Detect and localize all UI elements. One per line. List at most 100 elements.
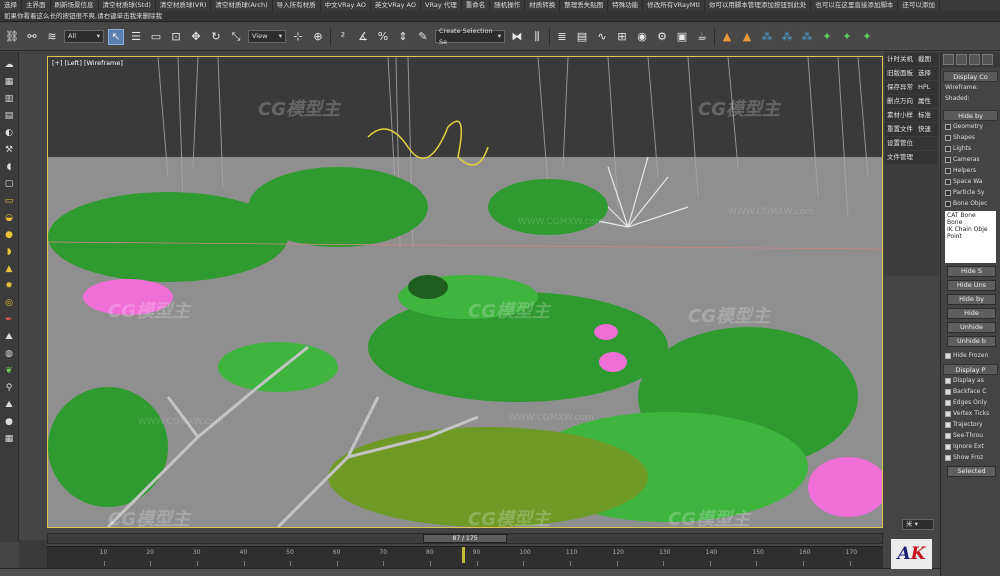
hide-button[interactable]: Hide Uns (947, 280, 996, 291)
hierarchy-icon[interactable]: ▥ (3, 92, 16, 105)
select-object-icon[interactable]: ↖ (108, 28, 124, 45)
script-menu-item[interactable]: 整理丢失贴图 (560, 0, 609, 11)
list-item[interactable]: Point (947, 233, 994, 240)
category-checkbox[interactable]: Shapes (941, 132, 1000, 143)
display-property-checkbox[interactable]: Show Froz (941, 452, 1000, 463)
ball-icon[interactable]: ● (3, 415, 16, 428)
script-menu-item[interactable]: 清空材质球(VR) (156, 0, 212, 11)
time-slider-thumb[interactable]: 87 / 175 (423, 534, 507, 543)
track-bar[interactable]: 10 20 30 40 50 60 70 80 90 100 110 120 130 140 150 160 1… (47, 546, 883, 568)
category-checkbox[interactable]: Helpers (941, 165, 1000, 176)
command-button[interactable]: 截图 (916, 53, 938, 66)
window-crossing-icon[interactable]: ⊡ (168, 29, 184, 45)
rect-icon[interactable]: ▭ (3, 194, 16, 207)
tree-icon[interactable]: ▲ (739, 29, 755, 45)
script-menu-item[interactable]: 随机操作 (490, 0, 526, 11)
time-slider[interactable]: 87 / 175 (47, 533, 883, 544)
object-type-list[interactable]: CAT Bone Bone IK Chain Obje Point (945, 211, 996, 263)
playhead[interactable] (461, 547, 465, 563)
command-button[interactable]: 选择 (916, 67, 938, 80)
rotate-icon[interactable]: ↻ (208, 29, 224, 45)
hide-button[interactable]: Unhide b (947, 336, 996, 347)
display-icon[interactable]: ◐ (3, 126, 16, 139)
edit-named-sets-icon[interactable]: ✎ (415, 29, 431, 45)
viewport-label[interactable]: [+] [Left] [Wireframe] (52, 59, 123, 67)
script-menu-item[interactable]: 清空材质球(Arch) (211, 0, 273, 11)
list-item[interactable]: Bone (947, 219, 994, 226)
plant-icon[interactable]: ✦ (819, 29, 835, 45)
plant-icon[interactable]: ✦ (859, 29, 875, 45)
display-color-rollout[interactable]: Display Co (943, 71, 998, 82)
script-menu-item[interactable]: 导入所有材质 (273, 0, 321, 11)
material-editor-icon[interactable]: ◉ (634, 29, 650, 45)
hide-button[interactable]: Hide by (947, 294, 996, 305)
named-selection-set-input[interactable]: Create Selection Se ▾ (435, 27, 505, 46)
selection-filter-dropdown[interactable]: All ▾ (64, 30, 104, 43)
category-checkbox[interactable]: Cameras (941, 154, 1000, 165)
tab-hierarchy[interactable] (969, 54, 980, 65)
spinner-snap-icon[interactable]: ⇕ (395, 29, 411, 45)
motion-icon[interactable]: ▤ (3, 109, 16, 122)
bind-spacewarp-icon[interactable]: ≋ (44, 29, 60, 45)
category-checkbox[interactable]: Bone Objec (941, 198, 1000, 209)
cone-icon[interactable]: ▲ (3, 262, 16, 275)
plug-icon[interactable]: ⚲ (3, 381, 16, 394)
command-button[interactable]: 快速 (916, 123, 938, 136)
globe-icon[interactable]: ◍ (3, 347, 16, 360)
tab-modify[interactable] (956, 54, 967, 65)
display-properties-rollout[interactable]: Display P (943, 364, 998, 375)
display-property-checkbox[interactable]: Edges Only (941, 397, 1000, 408)
script-menu-item[interactable]: 特殊功能 (608, 0, 644, 11)
rect-selection-icon[interactable]: ▭ (148, 29, 164, 45)
category-checkbox[interactable]: Particle Sy (941, 187, 1000, 198)
create-icon[interactable]: ☁ (3, 58, 16, 71)
select-manipulate-icon[interactable]: ⊕ (310, 29, 326, 45)
hide-button[interactable]: Hide (947, 308, 996, 319)
align-icon[interactable]: ⫼ (529, 29, 545, 45)
terrain-icon[interactable]: ⛰ (3, 398, 16, 411)
script-menu-item[interactable]: 选择 (0, 0, 22, 11)
sun-icon[interactable]: ✹ (3, 279, 16, 292)
display-property-checkbox[interactable]: See-Throu (941, 430, 1000, 441)
graphite-ribbon-icon[interactable]: ▤ (574, 29, 590, 45)
script-menu-item[interactable]: VRay 代理 (421, 0, 462, 11)
command-button[interactable]: 属性 (916, 95, 938, 108)
hide-by-category-rollout[interactable]: Hide by (943, 110, 998, 121)
grid-icon[interactable]: ▦ (3, 432, 16, 445)
script-menu-item[interactable]: 中文VRay AO (321, 0, 371, 11)
plant-icon[interactable]: ✦ (839, 29, 855, 45)
display-property-checkbox[interactable]: Trajectory (941, 419, 1000, 430)
audio-icon[interactable]: ◖ (3, 160, 16, 173)
particle-icon[interactable]: ⁂ (759, 29, 775, 45)
modify-icon[interactable]: ▦ (3, 75, 16, 88)
viewport-left-wireframe[interactable]: [+] [Left] [Wireframe] CG模型主 CG模型主 CG模型主… (47, 56, 883, 528)
display-property-checkbox[interactable]: Vertex Ticks (941, 408, 1000, 419)
render-setup-icon[interactable]: ⚙ (654, 29, 670, 45)
curve-editor-icon[interactable]: ∿ (594, 29, 610, 45)
unlink-icon[interactable]: ⚯ (24, 29, 40, 45)
angle-snap-icon[interactable]: ∡ (355, 29, 371, 45)
torus-icon[interactable]: ◎ (3, 296, 16, 309)
teapot-icon[interactable]: ▲ (719, 29, 735, 45)
circle-icon[interactable]: ● (3, 228, 16, 241)
tab-display[interactable] (982, 54, 993, 65)
move-icon[interactable]: ✥ (188, 29, 204, 45)
cylinder-icon[interactable]: ◗ (3, 245, 16, 258)
hide-button[interactable]: Hide S (947, 266, 996, 277)
sphere-icon[interactable]: ◒ (3, 211, 16, 224)
list-item[interactable]: IK Chain Obje (947, 226, 994, 233)
display-property-checkbox[interactable]: Display as (941, 375, 1000, 386)
pin-icon[interactable]: ✒ (3, 313, 16, 326)
mountain-icon[interactable]: ⛰ (3, 330, 16, 343)
script-menu-item[interactable]: 还可以添加 (898, 0, 940, 11)
category-checkbox[interactable]: Geometry (941, 121, 1000, 132)
category-checkbox[interactable]: Space Wa (941, 176, 1000, 187)
particle-icon[interactable]: ⁂ (799, 29, 815, 45)
hide-frozen-checkbox[interactable]: Hide Frozen (941, 350, 1000, 361)
script-menu-item[interactable]: 清空材质球(Std) (99, 0, 156, 11)
command-button[interactable]: 标准 (916, 109, 938, 122)
pivot-center-icon[interactable]: ⊹ (290, 29, 306, 45)
select-by-name-icon[interactable]: ☰ (128, 29, 144, 45)
command-button[interactable]: HPL (916, 81, 938, 94)
units-dropdown[interactable]: 米 ▾ (902, 519, 934, 530)
